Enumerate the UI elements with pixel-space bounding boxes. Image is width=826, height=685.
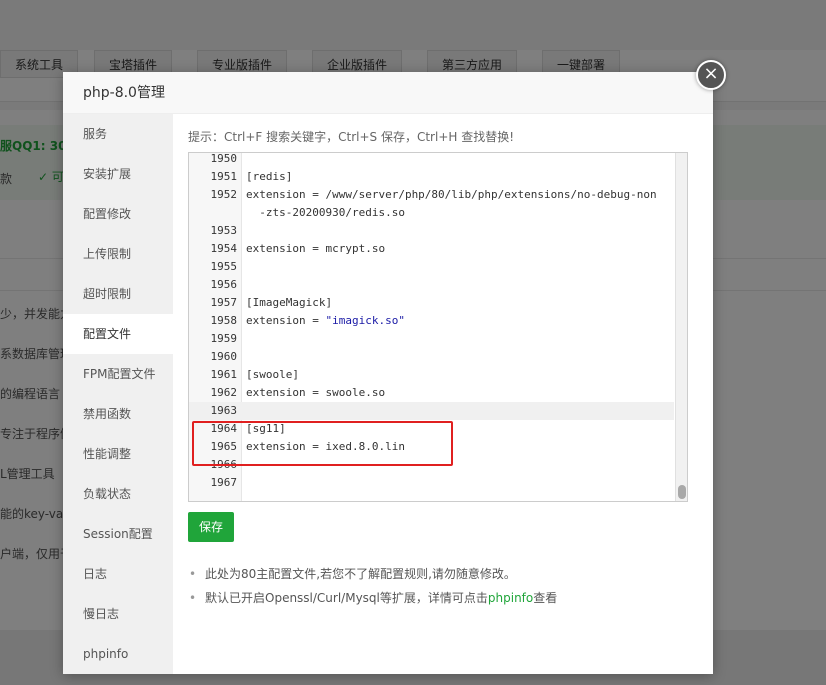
editor-line[interactable]: 1959 [189,330,674,348]
code-text: [swoole] [246,368,299,381]
line-number: 1963 [210,404,238,417]
menu-item-upload-limit[interactable]: 上传限制 [63,234,173,274]
line-number: 1954 [210,242,238,255]
bullet-icon: • [189,567,197,581]
editor-scrollbar[interactable] [675,153,687,501]
code-text: [ImageMagick] [246,296,333,309]
list-item: • 此处为80主配置文件,若您不了解配置规则,请勿随意修改。 [188,562,698,586]
dialog-title: php-8.0管理 [63,72,713,114]
code-text: extension = [246,314,326,327]
highlight-annotation-box [192,421,453,466]
save-button[interactable]: 保存 [188,512,234,542]
line-code: extension = mcrypt.so [246,240,385,258]
editor-line[interactable]: 1953 [189,222,674,240]
scrollbar-thumb[interactable] [678,485,686,499]
line-code: [redis] [246,168,292,186]
editor-line[interactable]: 1962 extension = swoole.so [189,384,674,402]
editor-line[interactable]: 1956 [189,276,674,294]
line-number: 1959 [210,332,238,345]
line-code: extension = "imagick.so" [246,312,405,330]
notes-list: • 此处为80主配置文件,若您不了解配置规则,请勿随意修改。 • 默认已开启Op… [188,562,698,610]
line-number: 1957 [210,296,238,309]
editor-line[interactable]: 1958 extension = "imagick.so" [189,312,674,330]
editor-line[interactable]: 1950 [189,152,674,168]
note-text: 默认已开启Openssl/Curl/Mysql等扩展，详情可点击 [205,591,488,605]
line-code: [swoole] [246,366,299,384]
editor-line[interactable]: 1957 [ImageMagick] [189,294,674,312]
line-number: 1962 [210,386,238,399]
line-code: extension = swoole.so [246,384,385,402]
menu-item-service[interactable]: 服务 [63,114,173,154]
menu-item-session-config[interactable]: Session配置 [63,514,173,554]
code-text: extension = mcrypt.so [246,242,386,255]
note-text: 查看 [533,591,558,605]
editor-line[interactable]: 1961 [swoole] [189,366,674,384]
line-number: 1952 [210,188,238,201]
menu-item-install-extension[interactable]: 安装扩展 [63,154,173,194]
menu-item-config-file[interactable]: 配置文件 [63,314,173,354]
code-text: [redis] [246,170,293,183]
editor-line[interactable]: 1951 [redis] [189,168,674,186]
line-code: [ImageMagick] [246,294,332,312]
line-number: 1958 [210,314,238,327]
line-number: 1951 [210,170,238,183]
line-code: -zts-20200930/redis.so [246,204,405,222]
menu-item-fpm-config[interactable]: FPM配置文件 [63,354,173,394]
line-number: 1950 [210,152,238,165]
editor-line[interactable]: 1955 [189,258,674,276]
list-item: • 默认已开启Openssl/Curl/Mysql等扩展，详情可点击phpinf… [188,586,698,610]
menu-item-slow-log[interactable]: 慢日志 [63,594,173,634]
line-number: 1967 [210,476,238,489]
line-number: 1953 [210,224,238,237]
note-text: 此处为80主配置文件,若您不了解配置规则,请勿随意修改。 [205,567,516,581]
menu-item-phpinfo[interactable]: phpinfo [63,634,173,674]
close-icon[interactable]: × [696,60,726,90]
line-number: 1955 [210,260,238,273]
editor-line[interactable]: 1952 extension = /www/server/php/80/lib/p… [189,186,674,204]
line-number: 1960 [210,350,238,363]
line-code: extension = /www/server/php/80/lib/php/e… [246,186,657,204]
menu-item-config-modify[interactable]: 配置修改 [63,194,173,234]
phpinfo-link[interactable]: phpinfo [488,591,533,605]
line-number: 1961 [210,368,238,381]
code-text: extension = /www/server/php/80/lib/php/e… [246,188,657,201]
editor-line[interactable]: 1954 extension = mcrypt.so [189,240,674,258]
code-text: extension = swoole.so [246,386,386,399]
code-string: "imagick.so" [325,314,405,327]
code-text: -zts-20200930/redis.so [246,206,405,219]
editor-line[interactable]: 1960 [189,348,674,366]
menu-item-disabled-functions[interactable]: 禁用函数 [63,394,173,434]
menu-item-timeout-limit[interactable]: 超时限制 [63,274,173,314]
editor-tip: 提示：Ctrl+F 搜索关键字，Ctrl+S 保存，Ctrl+H 查找替换! [188,130,515,144]
menu-item-performance[interactable]: 性能调整 [63,434,173,474]
editor-line[interactable]: 1967 [189,474,674,492]
editor-line[interactable]: 1963 [189,402,674,420]
editor-line[interactable]: -zts-20200930/redis.so [189,204,674,222]
bullet-icon: • [189,591,197,605]
dialog-side-menu: 服务 安装扩展 配置修改 上传限制 超时限制 配置文件 FPM配置文件 禁用函数… [63,114,173,674]
menu-item-load-status[interactable]: 负载状态 [63,474,173,514]
line-number: 1956 [210,278,238,291]
php-manager-dialog: php-8.0管理 服务 安装扩展 配置修改 上传限制 超时限制 配置文件 FP… [63,72,713,674]
config-file-panel: 提示：Ctrl+F 搜索关键字，Ctrl+S 保存，Ctrl+H 查找替换! 1… [173,114,713,674]
menu-item-log[interactable]: 日志 [63,554,173,594]
